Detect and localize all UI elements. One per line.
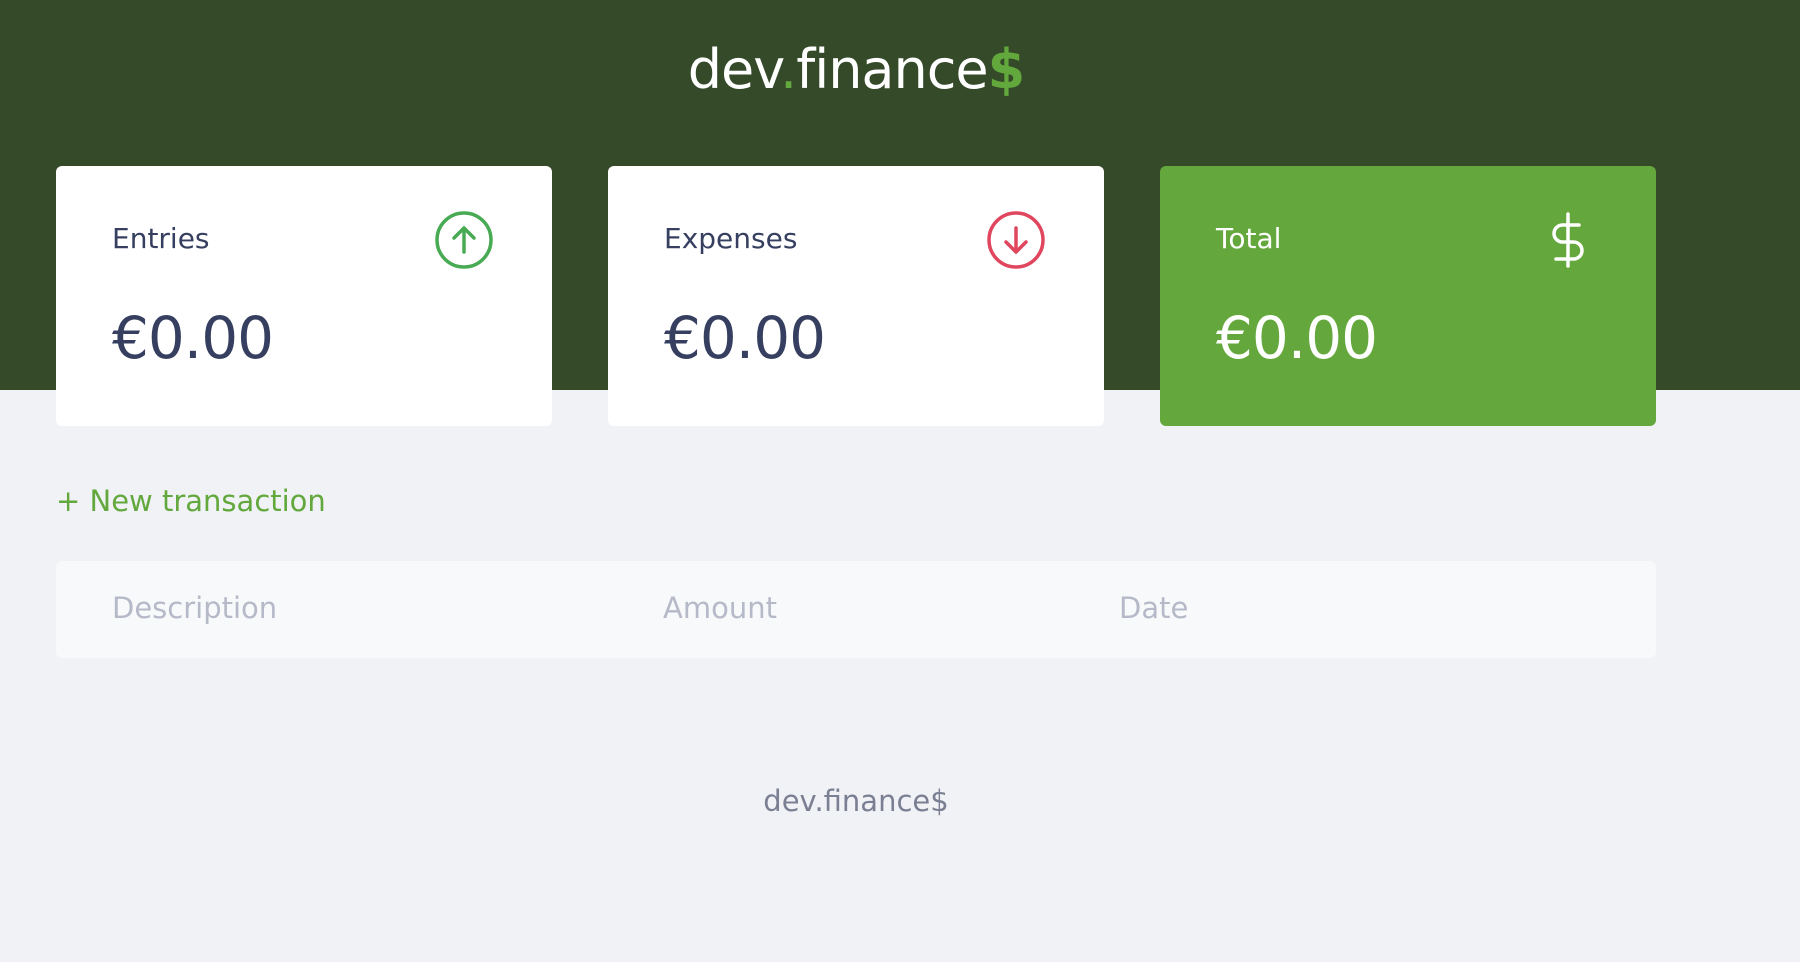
new-transaction-button[interactable]: + New transaction: [56, 484, 326, 518]
footer-text: dev.finance$: [763, 784, 949, 818]
dollar-sign-icon: [1552, 212, 1584, 268]
expenses-label: Expenses: [664, 222, 798, 255]
logo-dot: .: [780, 38, 797, 101]
arrow-down-circle-icon: [987, 211, 1045, 269]
column-header-description: Description: [112, 591, 278, 625]
column-header-amount: Amount: [663, 591, 777, 625]
entries-card: Entries €0.00: [56, 166, 552, 426]
entries-value: €0.00: [112, 304, 274, 372]
entries-label: Entries: [112, 222, 210, 255]
logo-text-finance: finance: [796, 38, 988, 101]
column-header-date: Date: [1119, 591, 1189, 625]
expenses-value: €0.00: [664, 304, 826, 372]
logo-dollar: $: [987, 38, 1026, 101]
total-label: Total: [1216, 222, 1282, 255]
total-card: Total €0.00: [1160, 166, 1656, 426]
expenses-card: Expenses €0.00: [608, 166, 1104, 426]
arrow-up-circle-icon: [435, 211, 493, 269]
logo-text-dev: dev: [687, 38, 781, 101]
logo: dev.finance$: [0, 38, 1712, 101]
total-value: €0.00: [1216, 304, 1378, 372]
transactions-table-header: Description Amount Date: [56, 561, 1656, 658]
